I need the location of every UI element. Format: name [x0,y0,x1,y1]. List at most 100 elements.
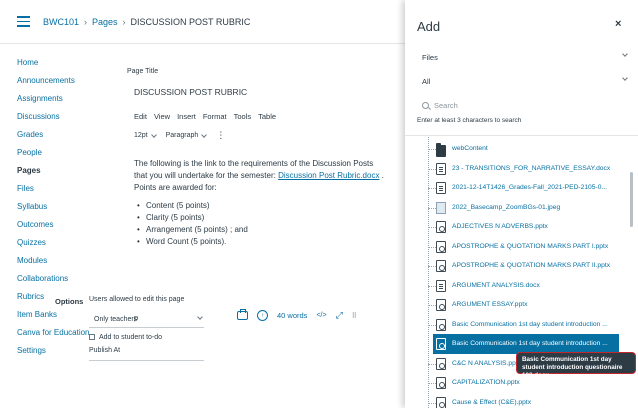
file-row[interactable]: 23 - TRANSITIONS_FOR_NARRATIVE_ESSAY.doc… [419,159,624,179]
font-size-dropdown[interactable]: 12pt [134,131,157,139]
file-name: APOSTROPHE & QUOTATION MARKS PART I.pptx [452,242,609,250]
list-item: Content (5 points) [134,200,384,212]
list-item: Arrangement (5 points) ; and [134,224,384,236]
breadcrumb-separator-icon: › [84,17,88,27]
tree-branch [428,188,436,189]
file-row-selected[interactable]: Basic Communication 1st day student intr… [433,334,619,354]
folder-icon [436,143,446,157]
todo-checkbox[interactable] [89,333,95,340]
close-icon[interactable]: × [615,18,621,30]
page-title-input[interactable]: DISCUSSION POST RUBRIC [127,82,372,102]
points-list: Content (5 points) Clarity (5 points) Ar… [134,200,384,248]
divider [405,135,638,136]
file-name: 2022_Basecamp_ZoomBGs-01.jpeg [452,203,561,211]
search-hint: Enter at least 3 characters to search [417,117,522,124]
file-row[interactable]: 2021-12-14T1426_Grades-Fall_2021-PED-210… [419,178,624,198]
menu-format[interactable]: Format [203,112,227,121]
breadcrumb-separator-icon: › [122,17,126,27]
html-editor-icon[interactable]: </> [316,312,326,319]
menu-view[interactable]: View [154,112,170,121]
editor-menubar: Edit View Insert Format Tools Table [134,112,276,121]
menu-tools[interactable]: Tools [234,112,252,121]
sidebar-item-outcomes[interactable]: Outcomes [17,220,53,229]
hamburger-menu-icon[interactable] [17,16,30,27]
top-bar: BWC101 › Pages › DISCUSSION POST RUBRIC [0,0,405,44]
options-label: Options [55,297,84,306]
statusbar-icons: ↑ 40 words </> ⤢ ⠿ [237,309,357,321]
file-name: APOSTROPHE & QUOTATION MARKS PART II.ppt… [452,262,611,269]
file-name: ARGUMENT ESSAY.pptx [452,301,528,308]
sidebar-item-assignments[interactable]: Assignments [17,94,63,103]
tree-branch [428,227,436,228]
file-row[interactable]: ARGUMENT ESSAY.pptx [419,295,624,315]
menu-edit[interactable]: Edit [134,112,147,121]
presentation-icon [436,377,446,389]
file-name: 23 - TRANSITIONS_FOR_NARRATIVE_ESSAY.doc… [452,164,611,172]
presentation-icon [436,260,446,272]
tray-title: Add [417,19,441,34]
add-content-tray: Add × Files All Search Enter at least 3 … [405,0,638,408]
tree-branch [428,285,436,287]
file-row[interactable]: Basic Communication 1st day student intr… [419,315,624,335]
sidebar-item-modules[interactable]: Modules [17,256,47,265]
sidebar-item-home[interactable]: Home [17,58,38,67]
chevron-down-icon [150,131,157,138]
breadcrumb-pages[interactable]: Pages [92,17,118,27]
word-count[interactable]: 40 words [277,311,307,320]
paragraph-style-dropdown[interactable]: Paragraph [165,131,208,139]
sidebar-item-people[interactable]: People [17,148,42,157]
breadcrumb: BWC101 › Pages › DISCUSSION POST RUBRIC [43,17,250,27]
sidebar-item-collaborations[interactable]: Collaborations [17,274,68,283]
paragraph-style-value: Paragraph [165,132,199,139]
file-name: CAPITALIZATION.pptx [452,379,520,386]
edit-permission-value: Only teachers [94,316,138,323]
sidebar-item-item-banks[interactable]: Item Banks [17,310,57,319]
file-row[interactable]: 2022_Basecamp_ZoomBGs-01.jpeg [419,198,624,218]
file-name: ARGUMENT ANALYSIS.docx [452,281,540,289]
file-name-tooltip: Basic Communication 1st day student intr… [516,352,636,379]
sidebar-item-grades[interactable]: Grades [17,130,43,139]
rubric-link[interactable]: Discussion Post Rubric.docx [278,171,379,180]
sidebar-item-pages[interactable]: Pages [17,166,41,175]
file-name: Basic Communication 1st day student intr… [452,340,608,347]
file-row[interactable]: APOSTROPHE & QUOTATION MARKS PART II.ppt… [419,256,624,276]
keyboard-shortcuts-icon[interactable] [237,309,248,320]
more-options-icon[interactable]: ⋮ [216,130,225,141]
sidebar-item-discussions[interactable]: Discussions [17,112,60,121]
file-row[interactable]: APOSTROPHE & QUOTATION MARKS PART I.pptx [419,237,624,257]
chevron-down-icon [197,314,203,320]
tree-branch [428,168,436,170]
sidebar-item-quizzes[interactable]: Quizzes [17,238,46,247]
sidebar-item-canva-for-education[interactable]: Canva for Education [17,328,90,337]
file-row[interactable]: ADJECTIVES N ADVERBS.pptx [419,217,624,237]
filter-select[interactable]: All [422,74,630,90]
file-row[interactable]: ARGUMENT ANALYSIS.docx [419,276,624,296]
content-type-select[interactable]: Files [422,50,630,66]
resize-handle-icon[interactable]: ⠿ [352,312,357,320]
sidebar-item-rubrics[interactable]: Rubrics [17,292,44,301]
tree-branch [428,383,436,384]
body-paragraph: The following is the link to the require… [134,158,384,194]
file-row[interactable]: webContent [419,139,624,159]
sidebar-item-syllabus[interactable]: Syllabus [17,202,47,211]
edit-permission-select[interactable]: Only teachers [89,312,204,328]
file-row[interactable]: Cause & Effect (C&E).pptx [419,393,624,408]
accessibility-checker-icon[interactable]: ↑ [257,310,268,321]
editor-body[interactable]: The following is the link to the require… [134,158,384,248]
fullscreen-icon[interactable]: ⤢ [336,310,343,321]
tray-scrollbar[interactable] [630,172,633,227]
breadcrumb-course[interactable]: BWC101 [43,17,79,27]
menu-table[interactable]: Table [258,112,276,121]
sidebar-item-settings[interactable]: Settings [17,346,46,355]
search-input[interactable]: Search [422,98,630,112]
publish-at-field[interactable] [89,360,204,370]
document-icon [436,279,446,292]
sidebar-item-announcements[interactable]: Announcements [17,76,75,85]
document-icon [436,182,446,194]
menu-insert[interactable]: Insert [177,112,196,121]
todo-option[interactable]: Add to student to-do [89,333,162,341]
tree-branch [428,207,436,209]
presentation-icon [436,299,446,311]
sidebar-item-files[interactable]: Files [17,184,34,193]
tree-branch [428,149,436,150]
